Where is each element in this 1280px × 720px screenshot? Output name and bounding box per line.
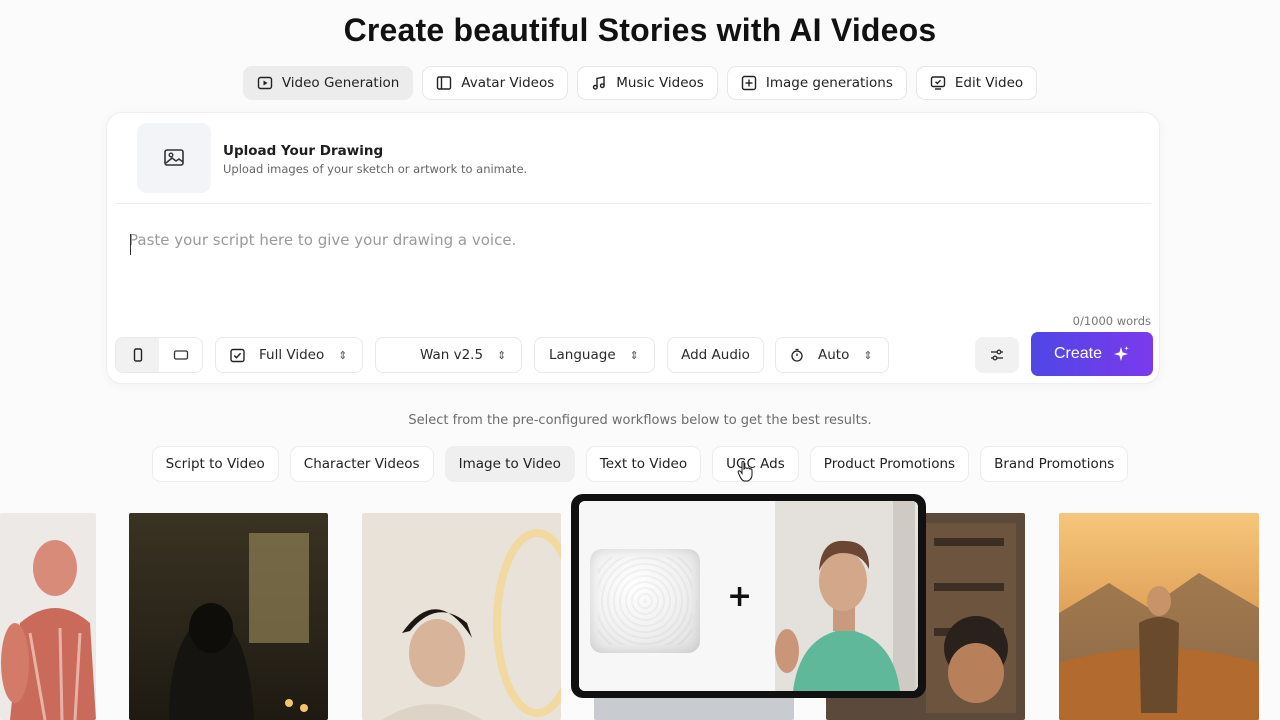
add-audio-button[interactable]: Add Audio xyxy=(667,337,764,373)
composer-card: Upload Your Drawing Upload images of you… xyxy=(106,112,1160,384)
image-add-icon xyxy=(741,75,757,91)
mode-tabs: Video Generation Avatar Videos Music Vid… xyxy=(0,66,1280,100)
portrait-option[interactable] xyxy=(116,338,159,372)
duration-value: Auto xyxy=(818,347,850,363)
composer-divider xyxy=(115,203,1151,204)
landscape-option[interactable] xyxy=(159,338,202,372)
tab-music-videos[interactable]: Music Videos xyxy=(577,66,718,100)
timer-icon xyxy=(791,348,803,362)
script-input[interactable] xyxy=(129,231,1129,291)
workflow-image-to-video[interactable]: Image to Video xyxy=(444,446,575,482)
upload-title: Upload Your Drawing xyxy=(223,143,384,159)
page-title: Create beautiful Stories with AI Videos xyxy=(343,12,937,48)
tab-edit-video[interactable]: Edit Video xyxy=(915,66,1038,100)
create-label: Create xyxy=(1053,345,1103,362)
thumbnail-anatomy[interactable] xyxy=(0,513,96,720)
tab-image-generations[interactable]: Image generations xyxy=(726,66,907,100)
video-length-value: Full Video xyxy=(259,347,325,363)
tab-label: Music Videos xyxy=(616,75,704,91)
woman-mirror-image xyxy=(362,513,561,720)
chevron-updown-icon: ⇕ xyxy=(338,348,348,362)
tab-label: Edit Video xyxy=(954,75,1024,91)
tab-label: Image generations xyxy=(765,75,893,91)
language-select[interactable]: Language ⇕ xyxy=(534,337,655,373)
thumbnail-hooded-figure[interactable] xyxy=(129,513,328,720)
hand-cursor-icon xyxy=(737,460,753,482)
thumbnail-woman-mirror[interactable] xyxy=(362,513,561,720)
creator-person-image xyxy=(775,501,915,691)
workflow-ugc-ads[interactable]: UGC Ads xyxy=(712,446,799,482)
plus-icon: + xyxy=(727,579,753,614)
play-icon xyxy=(257,76,273,90)
chevron-updown-icon: ⇕ xyxy=(497,348,507,362)
language-value: Language xyxy=(549,347,616,363)
word-count: 0/1000 words xyxy=(1072,314,1151,328)
monitor-check-icon xyxy=(930,76,946,90)
anatomy-figure-image xyxy=(0,513,96,720)
chevron-updown-icon: ⇕ xyxy=(629,348,639,362)
thumbnail-mountain-traveler[interactable] xyxy=(1059,513,1259,720)
add-audio-label: Add Audio xyxy=(681,347,750,363)
upload-drawing-button[interactable] xyxy=(137,123,211,193)
orientation-toggle[interactable] xyxy=(115,337,203,373)
music-note-icon xyxy=(593,76,606,90)
sparkle-icon xyxy=(1114,346,1129,361)
settings-button[interactable] xyxy=(975,337,1019,373)
duration-select[interactable]: Auto ⇕ xyxy=(775,337,889,373)
workflow-script-to-video[interactable]: Script to Video xyxy=(151,446,279,482)
upload-subtitle: Upload images of your sketch or artwork … xyxy=(223,162,528,176)
mountain-traveler-image xyxy=(1059,513,1259,720)
workflow-character-videos[interactable]: Character Videos xyxy=(289,446,434,482)
workflow-brand-promotions[interactable]: Brand Promotions xyxy=(980,446,1129,482)
model-value: Wan v2.5 xyxy=(420,347,484,363)
chevron-updown-icon: ⇕ xyxy=(863,348,873,362)
checkbox-icon xyxy=(230,348,245,362)
tab-avatar-videos[interactable]: Avatar Videos xyxy=(422,66,569,100)
tab-video-generation[interactable]: Video Generation xyxy=(242,66,414,100)
pillow-product-image xyxy=(590,549,700,653)
video-length-select[interactable]: Full Video ⇕ xyxy=(215,337,363,373)
tab-label: Avatar Videos xyxy=(461,75,555,91)
create-button[interactable]: Create xyxy=(1031,332,1153,376)
sidebar-layout-icon xyxy=(437,76,452,90)
sliders-icon xyxy=(991,349,1003,361)
creator-panel xyxy=(775,501,918,691)
workflow-product-promotions[interactable]: Product Promotions xyxy=(809,446,970,482)
model-select[interactable]: Wan v2.5 ⇕ xyxy=(375,337,522,373)
workflow-chips: Script to Video Character Videos Image t… xyxy=(0,446,1280,482)
product-panel: + xyxy=(579,501,775,691)
hooded-figure-image xyxy=(129,513,328,720)
ugc-ads-preview-popup: + xyxy=(571,494,926,698)
text-caret xyxy=(130,234,131,255)
phone-portrait-icon xyxy=(133,348,142,362)
workflow-text-to-video[interactable]: Text to Video xyxy=(585,446,702,482)
preview-content: + xyxy=(579,501,918,691)
image-upload-icon xyxy=(164,149,184,166)
landscape-icon xyxy=(173,350,188,360)
tab-label: Video Generation xyxy=(281,75,400,91)
workflow-hint: Select from the pre-configured workflows… xyxy=(408,413,872,428)
